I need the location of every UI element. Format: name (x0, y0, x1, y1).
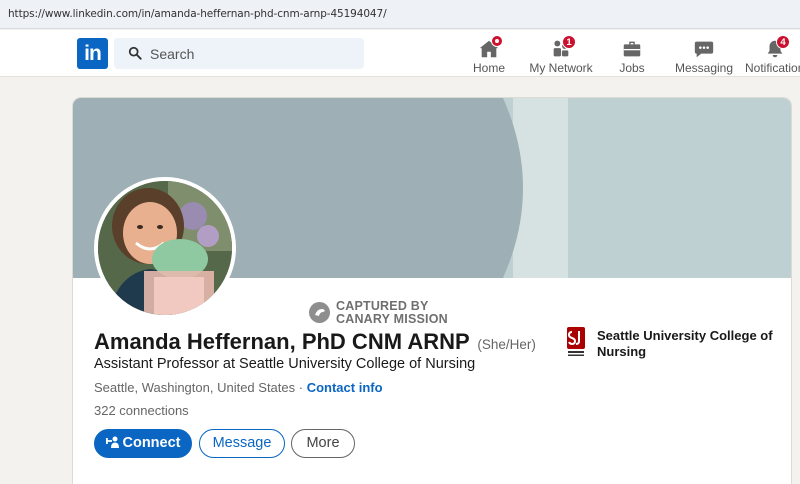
notifications-badge: 4 (776, 35, 790, 49)
connect-label: Connect (122, 435, 181, 451)
search-box[interactable] (114, 38, 364, 69)
nav-item-my-network[interactable]: 1 My Network (528, 33, 594, 77)
browser-url-bar[interactable]: https://www.linkedin.com/in/amanda-heffe… (0, 0, 800, 29)
profile-location: Seattle, Washington, United States (94, 380, 296, 395)
watermark-line-2: CANARY MISSION (336, 312, 448, 326)
contact-info-link[interactable]: Contact info (307, 380, 383, 395)
message-button[interactable]: Message (199, 429, 285, 458)
seattle-university-logo-icon (567, 327, 585, 356)
network-badge: 1 (562, 35, 576, 49)
search-icon (128, 46, 142, 60)
global-nav: in Home 1 My Network Jobs (0, 30, 800, 77)
profile-photo (98, 181, 232, 315)
profile-avatar[interactable] (94, 177, 236, 319)
chat-icon (694, 41, 714, 58)
add-person-icon (105, 436, 119, 448)
organization-name: Seattle University College of Nursing (597, 328, 773, 359)
location-separator: · (295, 380, 307, 395)
linkedin-logo[interactable]: in (77, 38, 108, 69)
profile-headline: Assistant Professor at Seattle Universit… (94, 356, 476, 372)
nav-item-jobs[interactable]: Jobs (612, 33, 652, 77)
watermark-text: CAPTURED BY CANARY MISSION (336, 300, 448, 326)
briefcase-icon (623, 41, 641, 57)
nav-label-messaging: Messaging (674, 61, 734, 75)
canary-mission-logo-icon (309, 302, 330, 323)
connect-button[interactable]: Connect (94, 429, 192, 458)
nav-item-notifications[interactable]: 4 Notifications (744, 33, 800, 77)
profile-connections[interactable]: 322 connections (94, 403, 189, 418)
home-notification-dot (491, 35, 503, 47)
nav-label-jobs: Jobs (619, 61, 645, 75)
profile-name: Amanda Heffernan, PhD CNM ARNP (She/Her) (94, 329, 536, 355)
profile-location-row: Seattle, Washington, United States · Con… (94, 380, 383, 395)
nav-item-messaging[interactable]: Messaging (673, 33, 735, 77)
nav-item-home[interactable]: Home (469, 33, 509, 77)
profile-name-text: Amanda Heffernan, PhD CNM ARNP (94, 329, 470, 354)
url-text[interactable]: https://www.linkedin.com/in/amanda-heffe… (8, 8, 387, 20)
nav-label-my-network: My Network (529, 61, 593, 75)
more-button[interactable]: More (291, 429, 355, 458)
profile-pronouns: (She/Her) (477, 337, 536, 352)
search-input[interactable] (150, 38, 350, 69)
nav-label-home: Home (472, 61, 505, 75)
nav-label-notifications: Notifications (745, 61, 800, 75)
